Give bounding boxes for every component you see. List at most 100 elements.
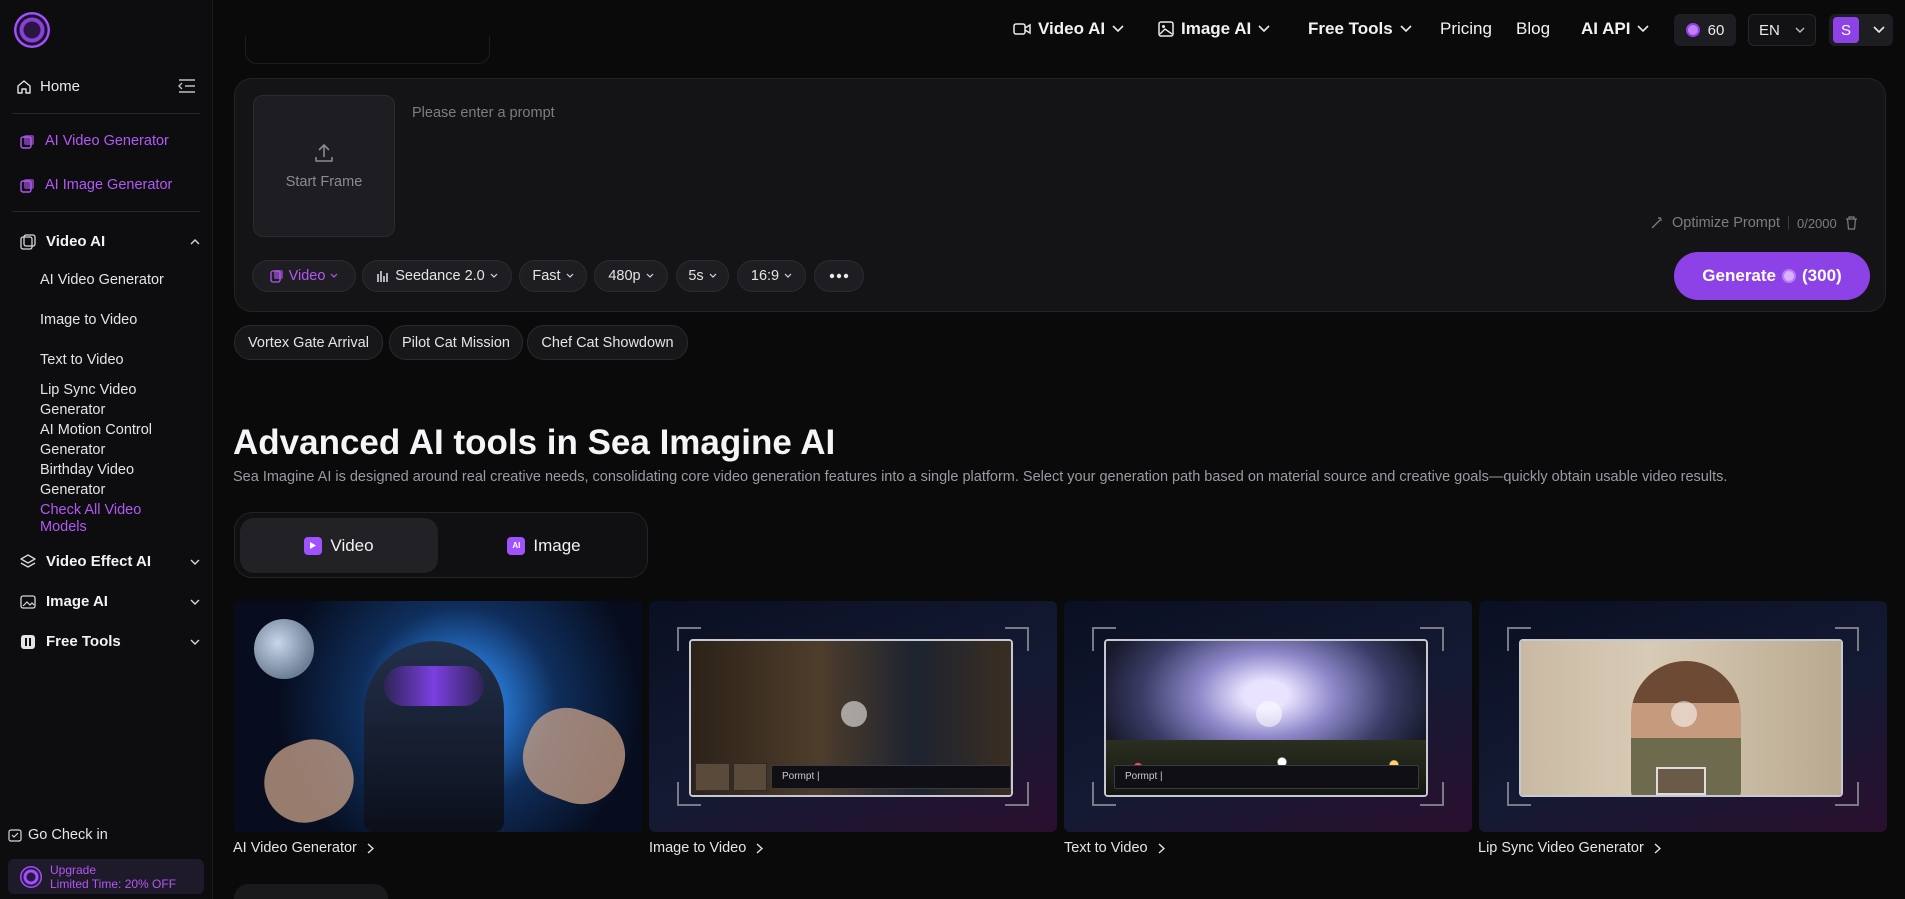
preview-frame: Pormpt | bbox=[689, 639, 1013, 797]
card-link[interactable]: AI Video Generator bbox=[233, 840, 374, 856]
sidebar-subitem[interactable]: Birthday Video Generator bbox=[40, 460, 170, 500]
play-icon bbox=[1256, 701, 1282, 727]
sidebar-item-ai-image-generator[interactable]: AI Image Generator bbox=[20, 177, 172, 193]
nav-pricing[interactable]: Pricing bbox=[1440, 19, 1492, 39]
chevron-down-icon bbox=[646, 273, 654, 278]
image-icon bbox=[1158, 21, 1174, 37]
sidebar-link-label: AI Video Generator bbox=[45, 133, 169, 149]
video-generator-icon bbox=[20, 134, 34, 149]
chevron-right-icon bbox=[1654, 842, 1661, 854]
chevron-right-icon bbox=[756, 842, 764, 854]
avatar: S bbox=[1833, 17, 1859, 43]
speed-select[interactable]: Fast bbox=[519, 260, 587, 292]
sidebar-section-video-ai[interactable]: Video AI bbox=[20, 233, 200, 250]
sidebar-section-video-effect-ai[interactable]: Video Effect AI bbox=[20, 553, 200, 570]
preview-frame: Pormpt | bbox=[1104, 639, 1428, 797]
collapse-sidebar-icon[interactable] bbox=[178, 79, 196, 93]
go-check-in-button[interactable]: Go Check in bbox=[8, 827, 108, 843]
model-select[interactable]: Seedance 2.0 bbox=[362, 260, 512, 292]
tool-card-image-to-video[interactable]: Pormpt | bbox=[649, 601, 1057, 832]
tool-card-lip-sync[interactable] bbox=[1479, 601, 1887, 832]
credits-balance[interactable]: 60 bbox=[1674, 14, 1736, 46]
suggestion-chip[interactable]: Pilot Cat Mission bbox=[389, 325, 523, 360]
chevron-down-icon bbox=[566, 273, 574, 278]
calendar-check-icon bbox=[8, 829, 22, 842]
card-link[interactable]: Lip Sync Video Generator bbox=[1478, 840, 1661, 856]
nav-free-tools[interactable]: Free Tools bbox=[1308, 19, 1412, 39]
card-link[interactable]: Text to Video bbox=[1064, 840, 1165, 856]
trash-icon[interactable] bbox=[1845, 216, 1858, 230]
sidebar-link-label: AI Image Generator bbox=[45, 177, 173, 193]
upgrade-text: Upgrade Limited Time: 20% OFF bbox=[50, 863, 176, 891]
sidebar-subitem[interactable]: Lip Sync Video Generator bbox=[40, 380, 170, 420]
language-value: EN bbox=[1759, 21, 1780, 39]
sidebar-subitem[interactable]: Image to Video bbox=[40, 310, 170, 330]
optimize-prompt-button[interactable]: Optimize Prompt bbox=[1672, 215, 1780, 231]
home-icon bbox=[17, 79, 31, 94]
sidebar-section-image-ai[interactable]: Image AI bbox=[20, 593, 200, 610]
card-label: Text to Video bbox=[1064, 840, 1148, 856]
sidebar-subitem[interactable]: AI Motion Control Generator bbox=[40, 420, 170, 460]
chevron-down-icon bbox=[190, 599, 200, 605]
tab-video[interactable]: Video bbox=[240, 518, 438, 573]
ai-image-icon: AI bbox=[507, 536, 526, 555]
sidebar-item-home[interactable]: Home bbox=[16, 78, 80, 95]
user-menu[interactable]: S bbox=[1829, 14, 1893, 46]
sidebar-item-ai-video-generator[interactable]: AI Video Generator bbox=[20, 133, 169, 149]
nav-blog[interactable]: Blog bbox=[1516, 19, 1550, 39]
tab-image[interactable]: AI Image bbox=[445, 518, 643, 573]
chevron-down-icon bbox=[709, 273, 717, 278]
sidebar-section-free-tools[interactable]: Free Tools bbox=[20, 633, 200, 650]
reference-thumbnail bbox=[1656, 767, 1706, 795]
nav-ai-api[interactable]: AI API bbox=[1581, 19, 1650, 39]
app-root: Home AI Video Generator AI Image Generat… bbox=[0, 0, 1905, 899]
mode-value: Video bbox=[288, 268, 326, 284]
image-icon bbox=[20, 594, 36, 609]
nav-image-ai-label: Image AI bbox=[1181, 19, 1252, 38]
nav-ai-api-label: AI API bbox=[1581, 19, 1631, 38]
mode-tabs-partial bbox=[245, 36, 490, 64]
tool-card-ai-video-generator[interactable] bbox=[234, 601, 642, 832]
nav-image-ai[interactable]: Image AI bbox=[1158, 19, 1270, 39]
nav-video-ai[interactable]: Video AI bbox=[1013, 19, 1124, 39]
divider bbox=[1787, 216, 1789, 230]
generate-button[interactable]: Generate (300) bbox=[1674, 252, 1870, 300]
tools-icon bbox=[21, 634, 35, 649]
sidebar-section-label: Free Tools bbox=[46, 633, 121, 650]
sidebar-subitem[interactable]: Text to Video bbox=[40, 350, 170, 370]
duration-select[interactable]: 5s bbox=[676, 260, 729, 292]
language-select[interactable]: EN bbox=[1748, 14, 1816, 46]
brand-logo[interactable] bbox=[14, 12, 50, 48]
chevron-down-icon bbox=[784, 273, 792, 278]
check-all-video-models-link[interactable]: Check All Video Models bbox=[40, 502, 170, 536]
suggestion-chip[interactable]: Vortex Gate Arrival bbox=[234, 325, 383, 360]
character-count: 0/2000 bbox=[1796, 215, 1837, 231]
card-link[interactable]: Image to Video bbox=[649, 840, 764, 856]
aspect-ratio-select[interactable]: 16:9 bbox=[737, 260, 806, 292]
card-label: Lip Sync Video Generator bbox=[1478, 840, 1644, 856]
logo-area bbox=[0, 0, 213, 60]
mode-select[interactable]: Video bbox=[252, 260, 356, 292]
prompt-input[interactable]: Please enter a prompt bbox=[412, 105, 555, 121]
video-ai-icon bbox=[20, 233, 36, 250]
credits-value: 60 bbox=[1707, 21, 1725, 39]
suggestion-chip[interactable]: Chef Cat Showdown bbox=[527, 325, 688, 360]
chevron-up-icon bbox=[190, 238, 200, 244]
sidebar-subitem[interactable]: AI Video Generator bbox=[40, 270, 170, 290]
sidebar-section-label: Video AI bbox=[46, 233, 106, 250]
generate-cost: (300) bbox=[1802, 266, 1842, 285]
sidebar-section-label: Video Effect AI bbox=[46, 553, 152, 570]
sidebar: Home AI Video Generator AI Image Generat… bbox=[0, 0, 213, 899]
more-options-button[interactable] bbox=[814, 260, 864, 292]
nav-free-tools-label: Free Tools bbox=[1308, 19, 1393, 38]
upgrade-banner[interactable]: Upgrade Limited Time: 20% OFF bbox=[8, 859, 204, 894]
prompt-card: Start Frame Please enter a prompt Optimi… bbox=[234, 78, 1886, 312]
tool-card-text-to-video[interactable]: Pormpt | bbox=[1064, 601, 1472, 832]
generate-label: Generate bbox=[1702, 266, 1776, 285]
start-frame-upload[interactable]: Start Frame bbox=[253, 95, 395, 237]
resolution-select[interactable]: 480p bbox=[594, 260, 668, 292]
preview-frame bbox=[1519, 639, 1843, 797]
chevron-down-icon bbox=[330, 273, 338, 278]
duration-value: 5s bbox=[688, 268, 704, 284]
speed-value: Fast bbox=[532, 268, 561, 284]
